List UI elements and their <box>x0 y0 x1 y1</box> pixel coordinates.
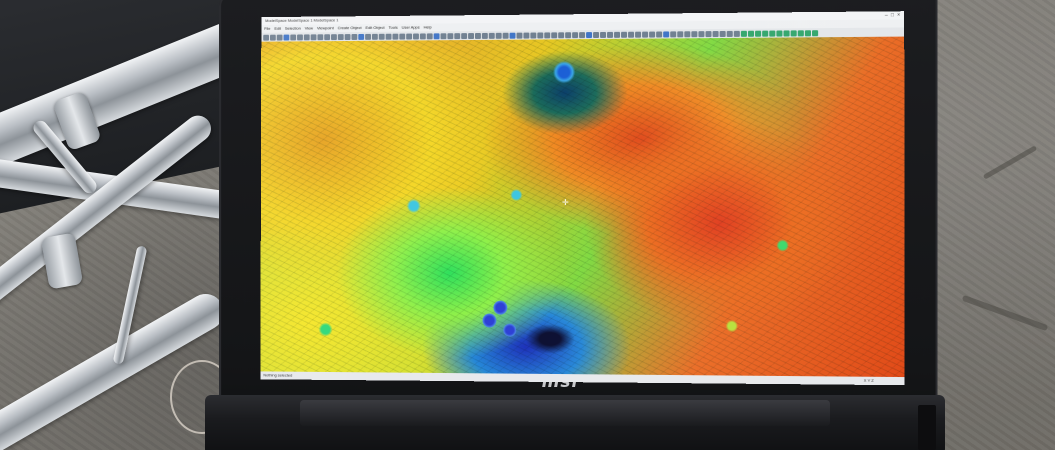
laptop-screen: ModelSpace ModelSpace 1 ModelSpace 1 – □… <box>260 11 905 386</box>
cursor-icon: ✛ <box>562 198 569 207</box>
laptop-side <box>918 405 936 450</box>
screen-glare <box>260 11 905 386</box>
laptop-hinge <box>300 400 830 426</box>
photo-scene: msi ModelSpace ModelSpace 1 ModelSpace 1… <box>0 0 1055 450</box>
